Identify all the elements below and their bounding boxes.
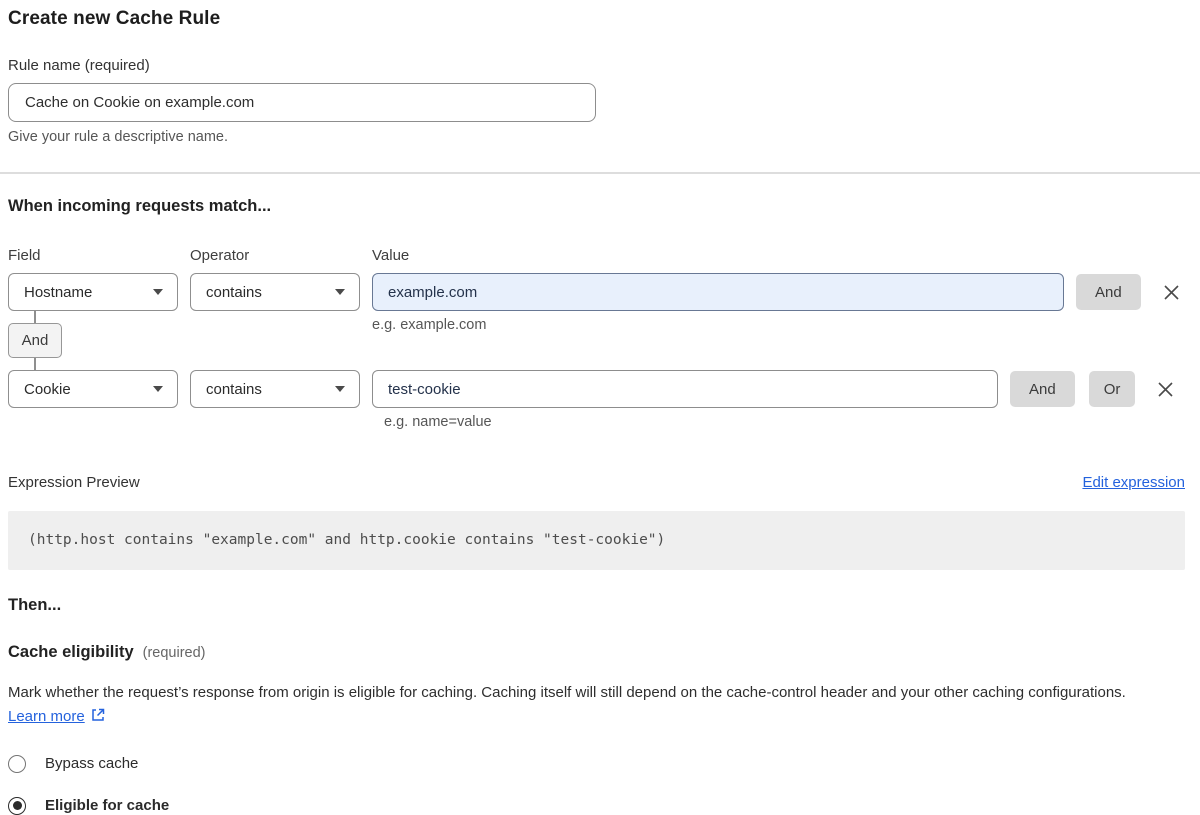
radio-unchecked-icon[interactable] bbox=[8, 755, 26, 773]
radio-option-bypass-cache[interactable]: Bypass cache bbox=[8, 755, 1185, 773]
chevron-down-icon bbox=[153, 289, 163, 295]
and-button[interactable]: And bbox=[1010, 371, 1075, 407]
condition-value-input[interactable] bbox=[372, 370, 998, 408]
and-button[interactable]: And bbox=[1076, 274, 1141, 310]
learn-more-link[interactable]: Learn more bbox=[8, 708, 85, 725]
match-heading: When incoming requests match... bbox=[8, 197, 1185, 216]
radio-option-eligible-for-cache[interactable]: Eligible for cache bbox=[8, 797, 1185, 815]
field-column-label: Field bbox=[8, 247, 190, 264]
expression-preview-label: Expression Preview bbox=[8, 474, 140, 491]
operator-select-value: contains bbox=[206, 284, 262, 301]
then-heading: Then... bbox=[8, 596, 1185, 615]
remove-condition-button[interactable] bbox=[1156, 380, 1175, 399]
rule-name-input[interactable] bbox=[8, 83, 596, 122]
value-column-label: Value bbox=[372, 247, 409, 264]
cache-eligibility-heading-row: Cache eligibility (required) bbox=[8, 643, 1185, 662]
field-select[interactable]: Hostname bbox=[8, 273, 178, 311]
cache-eligibility-heading: Cache eligibility bbox=[8, 643, 134, 662]
condition-row: Cookie contains And Or bbox=[8, 370, 1185, 408]
condition-columns-header: Field Operator Value bbox=[8, 247, 1185, 264]
remove-condition-button[interactable] bbox=[1162, 283, 1181, 302]
expression-code: (http.host contains "example.com" and ht… bbox=[28, 532, 1165, 548]
condition-row: Hostname contains And bbox=[8, 273, 1185, 311]
operator-select-value: contains bbox=[206, 381, 262, 398]
rule-name-help: Give your rule a descriptive name. bbox=[8, 129, 1185, 145]
create-cache-rule-page: Create new Cache Rule Rule name (require… bbox=[0, 0, 1200, 815]
description-text: Mark whether the request’s response from… bbox=[8, 684, 1126, 701]
radio-label[interactable]: Eligible for cache bbox=[45, 797, 169, 814]
required-note: (required) bbox=[143, 645, 206, 661]
field-select-value: Cookie bbox=[24, 381, 71, 398]
connector-and-hint-row: And e.g. example.com bbox=[8, 311, 1185, 370]
chevron-down-icon bbox=[335, 386, 345, 392]
connector-line-bottom bbox=[34, 358, 372, 370]
and-connector-button[interactable]: And bbox=[8, 323, 62, 358]
condition-value-input[interactable] bbox=[372, 273, 1064, 311]
edit-expression-link[interactable]: Edit expression bbox=[1082, 474, 1185, 491]
close-icon bbox=[1162, 283, 1181, 302]
chevron-down-icon bbox=[335, 289, 345, 295]
page-title: Create new Cache Rule bbox=[8, 8, 1185, 30]
cache-eligibility-description: Mark whether the request’s response from… bbox=[8, 681, 1160, 730]
operator-select[interactable]: contains bbox=[190, 370, 360, 408]
expression-header: Expression Preview Edit expression bbox=[8, 474, 1185, 491]
radio-label[interactable]: Bypass cache bbox=[45, 755, 138, 772]
radio-checked-icon[interactable] bbox=[8, 797, 26, 815]
field-select[interactable]: Cookie bbox=[8, 370, 178, 408]
value-hint: e.g. name=value bbox=[384, 414, 1185, 430]
close-icon bbox=[1156, 380, 1175, 399]
value-hint: e.g. example.com bbox=[372, 317, 486, 370]
radio-dot bbox=[13, 801, 22, 810]
connector-column: And bbox=[8, 311, 372, 370]
section-divider bbox=[0, 172, 1200, 174]
expression-code-block: (http.host contains "example.com" and ht… bbox=[8, 511, 1185, 570]
operator-column-label: Operator bbox=[190, 247, 372, 264]
chevron-down-icon bbox=[153, 386, 163, 392]
rule-name-label: Rule name (required) bbox=[8, 57, 1185, 74]
or-button[interactable]: Or bbox=[1089, 371, 1136, 407]
external-link-icon bbox=[90, 707, 106, 723]
connector-line-top bbox=[34, 311, 372, 323]
field-select-value: Hostname bbox=[24, 284, 92, 301]
operator-select[interactable]: contains bbox=[190, 273, 360, 311]
